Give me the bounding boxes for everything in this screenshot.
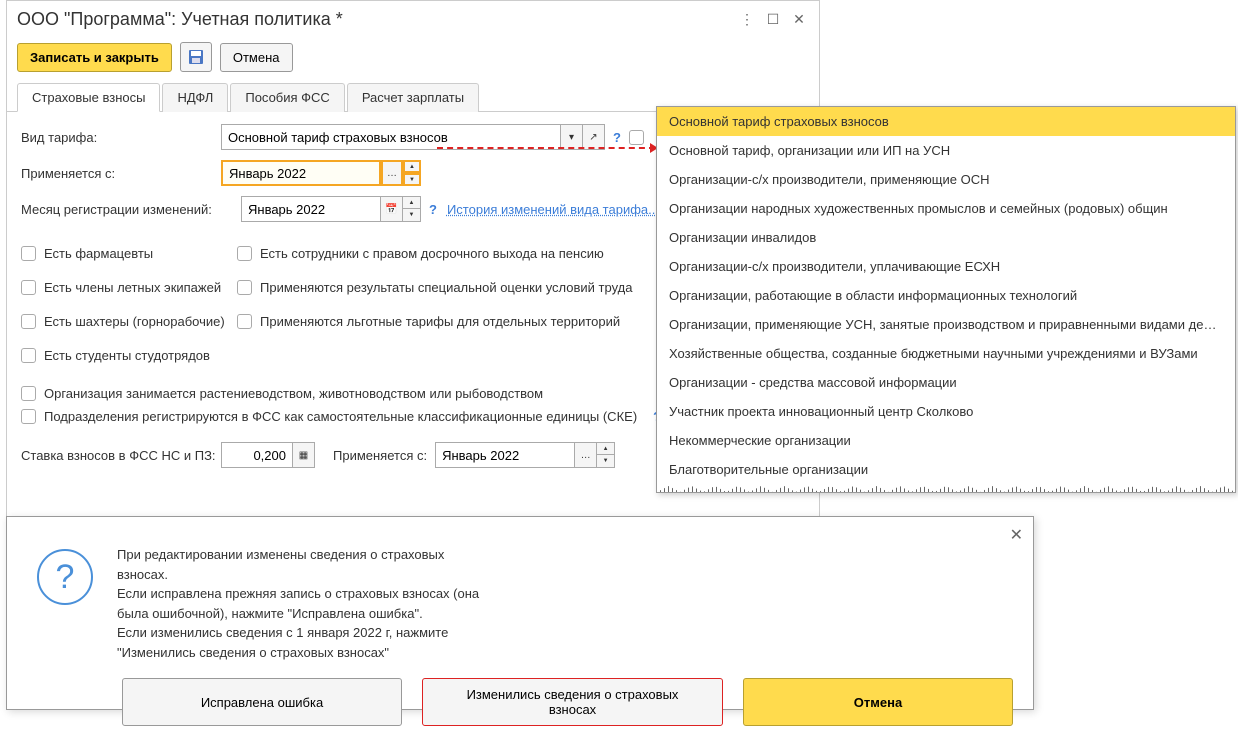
checkbox-early-retirement[interactable] [237,246,252,261]
kebab-icon[interactable]: ⋮ [737,10,757,30]
dialog-text: При редактировании изменены сведения о с… [117,545,497,662]
calculator-icon[interactable]: ▦ [293,442,315,468]
dropdown-item[interactable]: Организации-с/х производители, уплачиваю… [657,252,1235,281]
spinner-up-icon[interactable]: ▲ [403,160,421,173]
window-header: ООО "Программа": Учетная политика * ⋮ ☐ … [7,1,819,38]
fss-applied-label: Применяется с: [333,448,427,463]
applied-from-field[interactable] [221,160,381,186]
tariff-dropdown: Основной тариф страховых взносов Основно… [656,106,1236,493]
checkbox-label: Есть фармацевты [44,246,153,261]
applied-from-label: Применяется с: [21,166,221,181]
tab-salary[interactable]: Расчет зарплаты [347,83,479,112]
checkbox-fss-units[interactable] [21,409,36,424]
checkbox-inline[interactable] [629,130,644,145]
arrow-annotation-icon [437,147,655,149]
checkbox-plant-growing[interactable] [21,386,36,401]
dropdown-item[interactable]: Организации, применяющие УСН, занятые пр… [657,310,1235,339]
dropdown-item[interactable]: Благотворительные организации [657,455,1235,484]
checkbox-label: Применяются льготные тарифы для отдельны… [260,314,620,329]
help-icon[interactable]: ? [613,130,621,145]
confirmation-dialog: ✕ ? При редактировании изменены сведения… [6,516,1034,710]
checkbox-flight-crew[interactable] [21,280,36,295]
window-title: ООО "Программа": Учетная политика * [17,9,731,30]
ellipsis-icon[interactable]: … [381,160,403,186]
reg-month-field[interactable] [241,196,381,222]
dropdown-item[interactable]: Хозяйственные общества, созданные бюджет… [657,339,1235,368]
save-button[interactable] [180,42,212,72]
dialog-cancel-button[interactable]: Отмена [743,678,1013,726]
fss-applied-field[interactable] [435,442,575,468]
floppy-disk-icon [188,49,204,65]
maximize-icon[interactable]: ☐ [763,10,783,30]
dropdown-item[interactable]: Организации - средства массовой информац… [657,368,1235,397]
dropdown-item[interactable]: Организации инвалидов [657,223,1235,252]
dropdown-item[interactable]: Некоммерческие организации [657,426,1235,455]
tariff-type-label: Вид тарифа: [21,130,221,145]
checkbox-label: Есть члены летных экипажей [44,280,221,295]
close-icon[interactable]: ✕ [789,10,809,30]
question-icon: ? [37,549,93,605]
help-icon[interactable]: ? [429,202,437,217]
tab-insurance[interactable]: Страховые взносы [17,83,160,112]
spinner-down-icon[interactable]: ▼ [403,173,421,186]
spinner-up-icon[interactable]: ▲ [597,442,615,455]
dialog-close-icon[interactable]: ✕ [1010,525,1023,545]
ellipsis-icon[interactable]: … [575,442,597,468]
tab-fss-benefits[interactable]: Пособия ФСС [230,83,344,112]
torn-edge-icon [657,484,1235,492]
dropdown-item[interactable]: Организации, работающие в области информ… [657,281,1235,310]
checkbox-pharmacists[interactable] [21,246,36,261]
data-changed-button[interactable]: Изменились сведения о страховых взносах [422,678,723,726]
fss-rate-field[interactable] [221,442,293,468]
cancel-button[interactable]: Отмена [220,43,293,72]
save-and-close-button[interactable]: Записать и закрыть [17,43,172,72]
checkbox-label: Подразделения регистрируются в ФСС как с… [44,409,637,424]
dropdown-item[interactable]: Основной тариф страховых взносов [657,107,1235,136]
checkbox-label: Есть студенты студотрядов [44,348,210,363]
dropdown-item[interactable]: Организации-с/х производители, применяющ… [657,165,1235,194]
spinner-down-icon[interactable]: ▼ [403,209,421,222]
checkbox-label: Применяются результаты специальной оценк… [260,280,632,295]
history-link[interactable]: История изменений вида тарифа... [447,202,659,217]
checkbox-special-assessment[interactable] [237,280,252,295]
tab-ndfl[interactable]: НДФЛ [162,83,228,112]
calendar-icon[interactable]: 📅 [381,196,403,222]
spinner-up-icon[interactable]: ▲ [403,196,421,209]
toolbar: Записать и закрыть Отмена [7,38,819,82]
reg-month-label: Месяц регистрации изменений: [21,202,241,217]
checkbox-territory-rates[interactable] [237,314,252,329]
dropdown-item[interactable]: Организации народных художественных пром… [657,194,1235,223]
checkbox-label: Организация занимается растениеводством,… [44,386,543,401]
spinner-down-icon[interactable]: ▼ [597,455,615,468]
fss-rate-label: Ставка взносов в ФСС НС и ПЗ: [21,448,221,463]
checkbox-students[interactable] [21,348,36,363]
fixed-error-button[interactable]: Исправлена ошибка [122,678,402,726]
checkbox-label: Есть шахтеры (горнорабочие) [44,314,225,329]
checkbox-miners[interactable] [21,314,36,329]
dropdown-item[interactable]: Участник проекта инновационный центр Ско… [657,397,1235,426]
dropdown-item[interactable]: Основной тариф, организации или ИП на УС… [657,136,1235,165]
checkbox-label: Есть сотрудники с правом досрочного выхо… [260,246,604,261]
